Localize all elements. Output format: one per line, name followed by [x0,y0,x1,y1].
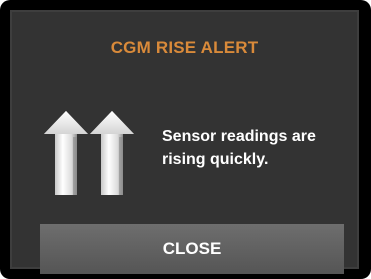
alert-screen: CGM RISE ALERT Sensor readings are risin… [10,10,359,274]
alert-message: Sensor readings are rising quickly. [162,128,316,168]
close-button[interactable]: CLOSE [40,224,344,274]
alert-title: CGM RISE ALERT [110,38,259,57]
up-arrow-right-icon [90,111,134,195]
device-frame: CGM RISE ALERT Sensor readings are risin… [0,0,371,279]
double-up-arrow-icon [44,111,134,195]
up-arrow-left-icon [44,111,88,195]
